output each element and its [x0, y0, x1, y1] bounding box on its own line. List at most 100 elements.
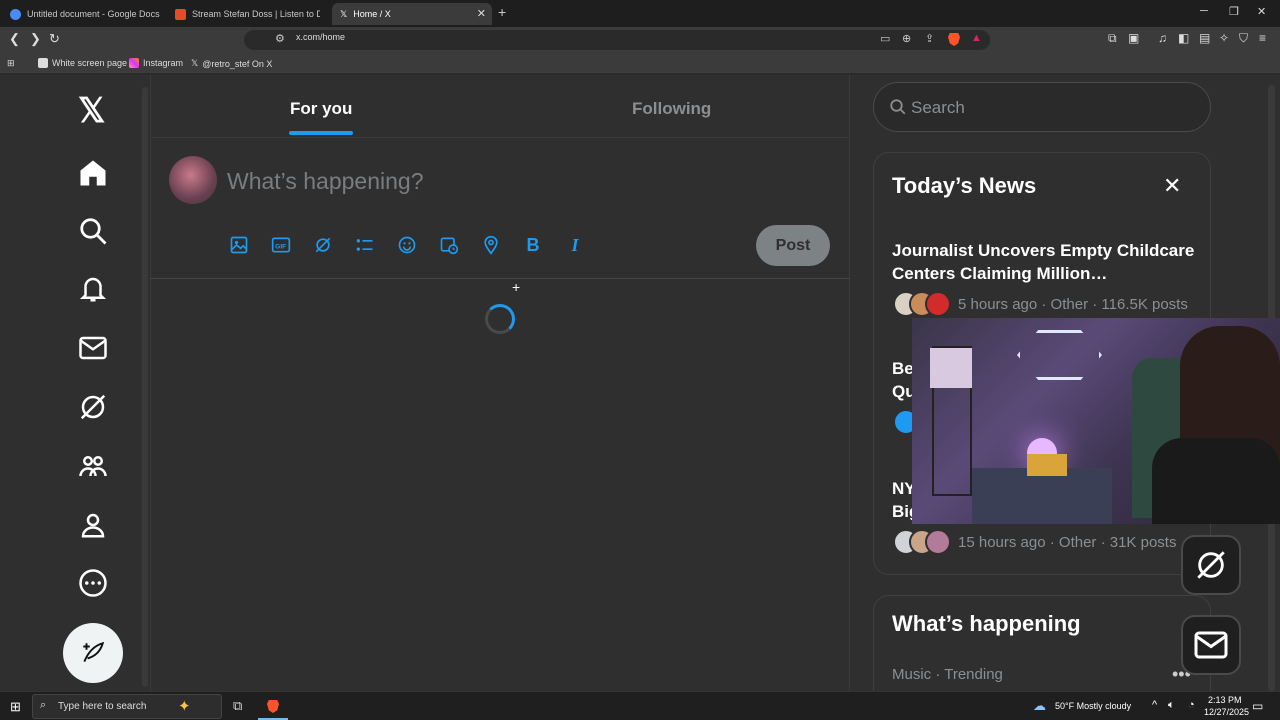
profile-icon[interactable]: [78, 510, 108, 540]
emoji-icon[interactable]: [397, 235, 417, 255]
tab-title: Stream Stefan Doss | Listen to Decen: [192, 9, 320, 19]
zoom-icon[interactable]: ⊕: [902, 32, 911, 45]
reader-mode-icon[interactable]: ▭: [880, 32, 890, 45]
active-tab-indicator: [289, 131, 353, 135]
feather-compose-icon: [83, 641, 105, 663]
network-icon[interactable]: ◔: [1188, 699, 1195, 711]
screenshot-icon[interactable]: ▣: [1128, 31, 1139, 45]
composer-input[interactable]: What’s happening?: [227, 168, 424, 195]
news-headline[interactable]: Be… Qu…: [892, 357, 914, 403]
x-logo-icon: 𝕏: [191, 58, 199, 68]
divider: [150, 278, 850, 279]
close-window-button[interactable]: ✕: [1257, 5, 1266, 18]
address-bar[interactable]: [244, 30, 990, 50]
bookmark-retro-stef[interactable]: 𝕏 @retro_stef On X: [191, 58, 272, 69]
new-tab-button[interactable]: +: [498, 4, 506, 20]
news-headline[interactable]: NY… Big…: [892, 477, 914, 523]
weather-text[interactable]: 50°F Mostly cloudy: [1055, 701, 1131, 711]
svg-text:GIF: GIF: [275, 243, 286, 250]
compose-post-button[interactable]: [63, 623, 123, 683]
bookmarks-bar: ⊞ White screen page Instagram 𝕏 @retro_st…: [0, 53, 1280, 74]
tab-home-x[interactable]: 𝕏 Home / X ✕: [332, 3, 492, 25]
bookmark-white-screen[interactable]: White screen page: [38, 58, 127, 68]
communities-icon[interactable]: [78, 451, 108, 481]
italic-icon[interactable]: I: [565, 235, 585, 255]
brave-rewards-icon[interactable]: ▲: [971, 32, 982, 44]
menu-icon[interactable]: ≡: [1259, 31, 1266, 45]
notifications-icon[interactable]: ▭: [1252, 699, 1263, 713]
extensions-icon[interactable]: ⧉: [1108, 31, 1117, 46]
gif-icon[interactable]: GIF: [271, 235, 291, 255]
grok-icon[interactable]: [78, 392, 108, 422]
x-logo-icon: 𝕏: [340, 8, 348, 19]
search-icon: ⌕: [40, 699, 47, 711]
x-logo[interactable]: 𝕏: [78, 91, 105, 131]
bookmark-label: @retro_stef On X: [202, 58, 273, 69]
scrollbar[interactable]: [142, 87, 148, 687]
home-icon[interactable]: [78, 158, 108, 188]
post-button[interactable]: Post: [756, 225, 830, 266]
site-info-icon[interactable]: ⚙︎: [275, 32, 285, 45]
tab-title: Home / X: [353, 9, 391, 19]
browser-tab-strip: Untitled document - Google Docs Stream S…: [0, 0, 1280, 27]
tab-title: Untitled document - Google Docs: [27, 9, 160, 19]
task-view-icon[interactable]: ⧉: [233, 698, 242, 714]
messages-envelope-icon: [1194, 631, 1228, 659]
webcam-overlay: [912, 318, 1280, 524]
whats-happening-title: What’s happening: [892, 611, 1081, 636]
schedule-icon[interactable]: [439, 235, 459, 255]
news-headline[interactable]: Journalist Uncovers Empty Childcare Cent…: [892, 239, 1197, 285]
stream-icon: [175, 8, 186, 20]
windows-start-icon[interactable]: ⊞: [10, 699, 21, 715]
tab-for-you[interactable]: For you: [290, 99, 352, 119]
poll-icon[interactable]: [355, 235, 375, 255]
grok-icon[interactable]: [313, 235, 333, 255]
copilot-sparkle-icon[interactable]: ✦: [178, 697, 191, 715]
messages-envelope-icon[interactable]: [78, 333, 108, 363]
taskbar-search-placeholder[interactable]: Type here to search: [58, 701, 146, 712]
news-avatars: [893, 291, 951, 317]
tab-following[interactable]: Following: [632, 99, 711, 119]
apps-grid-icon[interactable]: ⊞: [7, 58, 15, 69]
avatar[interactable]: [169, 156, 217, 204]
show-hidden-icons[interactable]: ^: [1152, 699, 1157, 711]
grok-fab-button[interactable]: [1181, 535, 1241, 595]
grok-icon: [1197, 551, 1225, 579]
forward-button[interactable]: ❯: [30, 31, 41, 47]
bold-icon[interactable]: B: [523, 235, 543, 255]
news-meta: 5 hours ago · Other · 116.5K posts: [958, 296, 1188, 313]
close-icon[interactable]: ✕: [1163, 173, 1181, 199]
restore-button[interactable]: ❐: [1229, 5, 1239, 18]
back-button[interactable]: ❮: [9, 31, 20, 47]
media-icon[interactable]: ♫: [1158, 31, 1167, 45]
tab-google-docs[interactable]: Untitled document - Google Docs: [2, 3, 167, 25]
weather-cloud-icon[interactable]: ☁: [1033, 698, 1046, 714]
trend-category[interactable]: Music · Trending: [892, 666, 1003, 683]
close-tab-icon[interactable]: ✕: [477, 7, 486, 20]
more-icon[interactable]: [78, 568, 108, 598]
sidebar-icon[interactable]: ◧: [1178, 31, 1189, 45]
divider: [150, 137, 850, 138]
share-icon[interactable]: ⇪: [925, 32, 934, 45]
reload-button[interactable]: ↻: [49, 31, 60, 47]
leo-ai-icon[interactable]: ✧: [1219, 31, 1229, 45]
media-icon[interactable]: [229, 235, 249, 255]
location-icon[interactable]: [481, 235, 501, 255]
notifications-bell-icon[interactable]: [78, 274, 108, 304]
volume-icon[interactable]: 🔈︎: [1168, 699, 1175, 712]
left-navigation: 𝕏: [0, 75, 150, 691]
search-placeholder[interactable]: Search: [911, 98, 965, 118]
bookmark-instagram[interactable]: Instagram: [129, 58, 183, 68]
messages-fab-button[interactable]: [1181, 615, 1241, 675]
vpn-icon[interactable]: ⛉: [1239, 31, 1248, 46]
search-icon[interactable]: [78, 216, 108, 246]
clock-date[interactable]: 12/27/2025: [1204, 707, 1249, 717]
page-icon: [38, 58, 48, 68]
wallet-icon[interactable]: ▤: [1199, 31, 1210, 45]
tab-stream[interactable]: Stream Stefan Doss | Listen to Decen: [167, 3, 327, 25]
minimize-button[interactable]: ─: [1200, 5, 1208, 17]
brave-taskbar-icon[interactable]: [267, 700, 279, 713]
bookmark-label: Instagram: [143, 58, 184, 68]
clock-time[interactable]: 2:13 PM: [1208, 695, 1242, 705]
url-text[interactable]: x.com/home: [296, 32, 345, 42]
